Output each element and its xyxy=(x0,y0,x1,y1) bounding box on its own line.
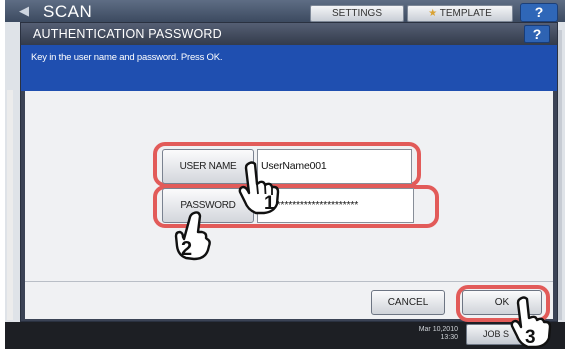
back-arrow-icon[interactable]: ◀ xyxy=(19,3,29,19)
date-time-display: Mar 10,2010 13:30 xyxy=(418,326,458,341)
dialog-title-bar: AUTHENTICATION PASSWORD ? xyxy=(21,23,557,45)
background-help-button[interactable]: ? xyxy=(520,3,558,22)
step-2-number: 2 xyxy=(181,238,192,260)
template-button-label: TEMPLATE xyxy=(439,8,492,19)
step-3-number: 3 xyxy=(525,327,536,348)
instruction-text: Key in the user name and password. Press… xyxy=(31,52,223,63)
footer-divider xyxy=(25,281,553,282)
pointing-hand-icon-step-2: 2 xyxy=(174,211,211,261)
settings-button[interactable]: SETTINGS xyxy=(310,5,404,22)
background-left-strip xyxy=(7,90,13,320)
step-1-number: 1 xyxy=(264,193,275,214)
instruction-bar: Key in the user name and password. Press… xyxy=(21,45,557,91)
pointing-hand-icon-step-3: 3 xyxy=(510,296,552,349)
star-icon: ★ xyxy=(428,8,438,19)
dialog-help-button[interactable]: ? xyxy=(524,25,550,43)
template-button[interactable]: ★ TEMPLATE xyxy=(407,5,513,22)
cancel-button[interactable]: CANCEL xyxy=(371,290,445,315)
dialog-title: AUTHENTICATION PASSWORD xyxy=(33,27,222,41)
pointing-hand-icon-step-1: 1 xyxy=(238,161,280,215)
scan-screen-title: SCAN xyxy=(43,2,93,21)
